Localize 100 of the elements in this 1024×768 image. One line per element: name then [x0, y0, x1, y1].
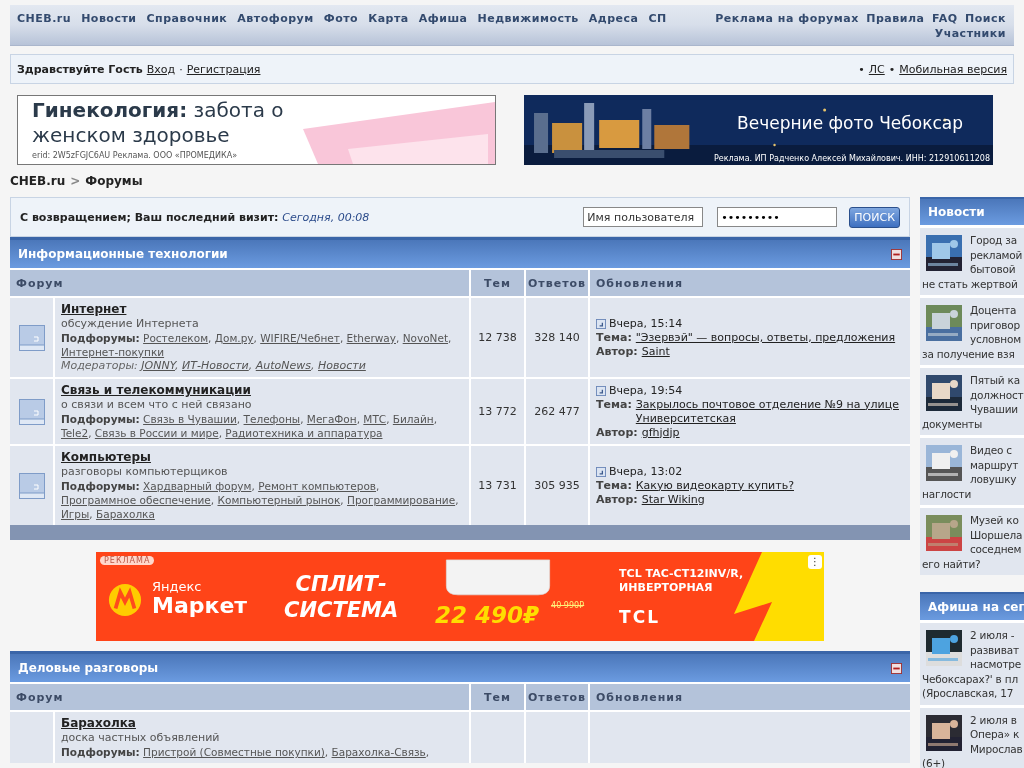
column-header: Тем: [471, 270, 524, 296]
last-post-icon[interactable]: [596, 318, 606, 329]
author-link[interactable]: gfhjdjp: [641, 425, 680, 440]
nav-link[interactable]: Участники: [934, 27, 1006, 40]
news-text-line[interactable]: приговор: [970, 317, 1020, 332]
subforum-link[interactable]: WIFIRE/Чебнет: [260, 332, 340, 344]
ad-banner[interactable]: Гинекология: забота о женском здоровье erid: 2W5zFGJC6AU Реклама. ООО «ПРОМЕДИКА»: [17, 95, 496, 165]
author-link[interactable]: Saint: [641, 344, 670, 359]
nav-link[interactable]: Новости: [81, 11, 137, 26]
moderator-link[interactable]: JONNY: [141, 359, 175, 372]
news-text-line[interactable]: Пятый ка: [970, 373, 1020, 388]
news-text-line[interactable]: должност: [970, 387, 1024, 402]
nav-link[interactable]: FAQ: [931, 12, 958, 25]
news-text-line[interactable]: Опера» к: [970, 727, 1020, 742]
news-text-line[interactable]: его найти?: [922, 556, 981, 571]
subforum-link[interactable]: Связь в России и мире: [94, 427, 219, 439]
news-text-line[interactable]: 2 июля -: [970, 628, 1015, 643]
login-link[interactable]: Вход: [146, 62, 176, 76]
subforum-link[interactable]: Телефоны: [243, 413, 301, 425]
breadcrumb-link[interactable]: CHEB.ru: [10, 174, 66, 190]
last-post-icon[interactable]: [596, 466, 606, 477]
subforum-link[interactable]: Программное обеспечение: [61, 494, 211, 506]
nav-link[interactable]: Справочник: [146, 11, 228, 26]
register-link[interactable]: Регистрация: [186, 62, 261, 76]
column-header: Обновления: [590, 684, 910, 710]
news-text-line[interactable]: соседнем: [970, 542, 1022, 557]
subforum-link[interactable]: Радиотехника и аппаратура: [225, 427, 383, 439]
subforum-link[interactable]: Tele2: [61, 427, 89, 439]
news-text-line[interactable]: бытовой: [970, 262, 1016, 277]
news-text-line[interactable]: (Ярославская, 17: [922, 686, 1014, 701]
nav-link[interactable]: Недвижимость: [477, 11, 579, 26]
breadcrumb-separator: >: [70, 174, 81, 190]
password-field[interactable]: •••••••••: [717, 207, 838, 227]
welcome-text: С возвращением; Ваш последний визит: Сегодня, 00:08: [20, 210, 371, 224]
header-link[interactable]: ЛС: [868, 62, 885, 76]
moderator-link[interactable]: Новости: [318, 359, 366, 372]
table-cell: 328 140: [526, 298, 588, 377]
news-text-line[interactable]: Город за: [970, 233, 1017, 248]
forum-title-link[interactable]: Интернет: [61, 302, 127, 316]
news-text-line[interactable]: Чувашии: [970, 402, 1018, 417]
news-text-line[interactable]: Видео с: [970, 443, 1012, 458]
news-text-line[interactable]: условном: [970, 332, 1021, 347]
topic-label: Тема:: [596, 330, 632, 345]
last-post-icon[interactable]: [596, 385, 606, 396]
collapse-icon[interactable]: [891, 662, 902, 674]
news-text-line[interactable]: 2 июля в: [970, 712, 1017, 727]
news-text-line[interactable]: за получение взя: [922, 346, 1015, 361]
news-text-line[interactable]: маршрут: [970, 457, 1019, 472]
topic-link[interactable]: "Эзервэй" — вопросы, ответы, предложения: [635, 330, 896, 345]
forum-icon: [18, 324, 45, 351]
forum-title-link[interactable]: Компьютеры: [61, 450, 151, 464]
greeting-text: Здравствуйте Гость: [17, 62, 143, 76]
forum-title-link[interactable]: Связь и телекоммуникации: [61, 383, 251, 397]
subforum-link[interactable]: Пристрой (Совместные покупки): [143, 746, 325, 758]
nav-link[interactable]: Реклама на форумах: [715, 12, 859, 25]
news-text-line[interactable]: развиват: [970, 642, 1019, 657]
author-link[interactable]: Star Wiking: [641, 492, 705, 507]
news-text-line[interactable]: Чебоксарах?' в пл: [922, 671, 1018, 686]
moderator-link[interactable]: AutoNews: [255, 359, 311, 372]
news-text-line[interactable]: ловушку: [970, 472, 1017, 487]
sidebar-header: Афиша на сег: [920, 594, 1024, 620]
news-text-line[interactable]: Шоршела: [970, 527, 1023, 542]
subforum-link[interactable]: Барахолка: [96, 508, 155, 520]
ad-menu-button[interactable]: ⋮: [808, 555, 822, 569]
nav-link[interactable]: CHEB.ru: [17, 11, 72, 26]
moderator-link[interactable]: ИТ-Новости: [182, 359, 249, 372]
collapse-icon[interactable]: [891, 248, 902, 260]
nav-link[interactable]: СП: [648, 11, 667, 26]
ad-banner[interactable]: Вечерние фото Чебоксар Реклама. ИП Радченко Алексей Михайлович. ИНН: 212910611208: [524, 95, 993, 165]
username-field[interactable]: Имя пользователя: [583, 207, 704, 227]
news-text-line[interactable]: насмотре: [970, 657, 1022, 672]
nav-link[interactable]: Адреса: [588, 11, 639, 26]
forum-title-link[interactable]: Барахолка: [61, 716, 136, 730]
news-text-line[interactable]: Мирослав: [970, 741, 1023, 756]
subforum-list: Подфорумы: Пристрой (Совместные покупки), Барахолка-Связь,: [61, 745, 463, 759]
nav-link[interactable]: Афиша: [418, 11, 468, 26]
nav-link[interactable]: Правила: [866, 12, 925, 25]
news-text-line[interactable]: документы: [922, 416, 983, 431]
news-text-line[interactable]: наглости: [922, 486, 972, 501]
subforum-link[interactable]: МегаФон: [306, 413, 357, 425]
news-text-line[interactable]: Музей ко: [970, 513, 1019, 528]
nav-link[interactable]: Фото: [323, 11, 359, 26]
news-text-line[interactable]: рекламой: [970, 247, 1023, 262]
nav-link[interactable]: Поиск: [965, 12, 1006, 25]
header-link[interactable]: Мобильная версия: [899, 62, 1007, 76]
nav-link[interactable]: Автофорум: [237, 11, 314, 26]
subforum-link[interactable]: Дом.ру: [214, 332, 254, 344]
news-text-line[interactable]: не стать жертвой: [922, 276, 1018, 291]
last-post-time: Вчера, 13:02: [609, 464, 683, 479]
subforum-link[interactable]: Etherway: [346, 332, 396, 344]
subforum-link[interactable]: Интернет-покупки: [61, 346, 165, 358]
subforum-link[interactable]: Барахолка-Связь: [331, 746, 426, 758]
subforum-link[interactable]: Связь в Чувашии: [143, 413, 237, 425]
nav-link[interactable]: Карта: [368, 11, 409, 26]
news-text-line[interactable]: (6+): [922, 756, 945, 768]
product-name: TCL TAC-CT12INV/R, ИНВЕРТОРНАЯ: [619, 566, 745, 595]
news-text-line[interactable]: Доцента: [970, 303, 1017, 318]
topic-link[interactable]: Какую видеокарту купить?: [635, 478, 794, 493]
ad-banner[interactable]: РЕКЛАМА Яндекс Маркет СПЛИТ-СИСТЕМА 22 490₽ 40 990₽ TCL TAC-CT12INV/R, ИНВЕРТОРНАЯ TCL ⋮: [96, 552, 824, 641]
subforum-link[interactable]: Билайн: [392, 413, 434, 425]
